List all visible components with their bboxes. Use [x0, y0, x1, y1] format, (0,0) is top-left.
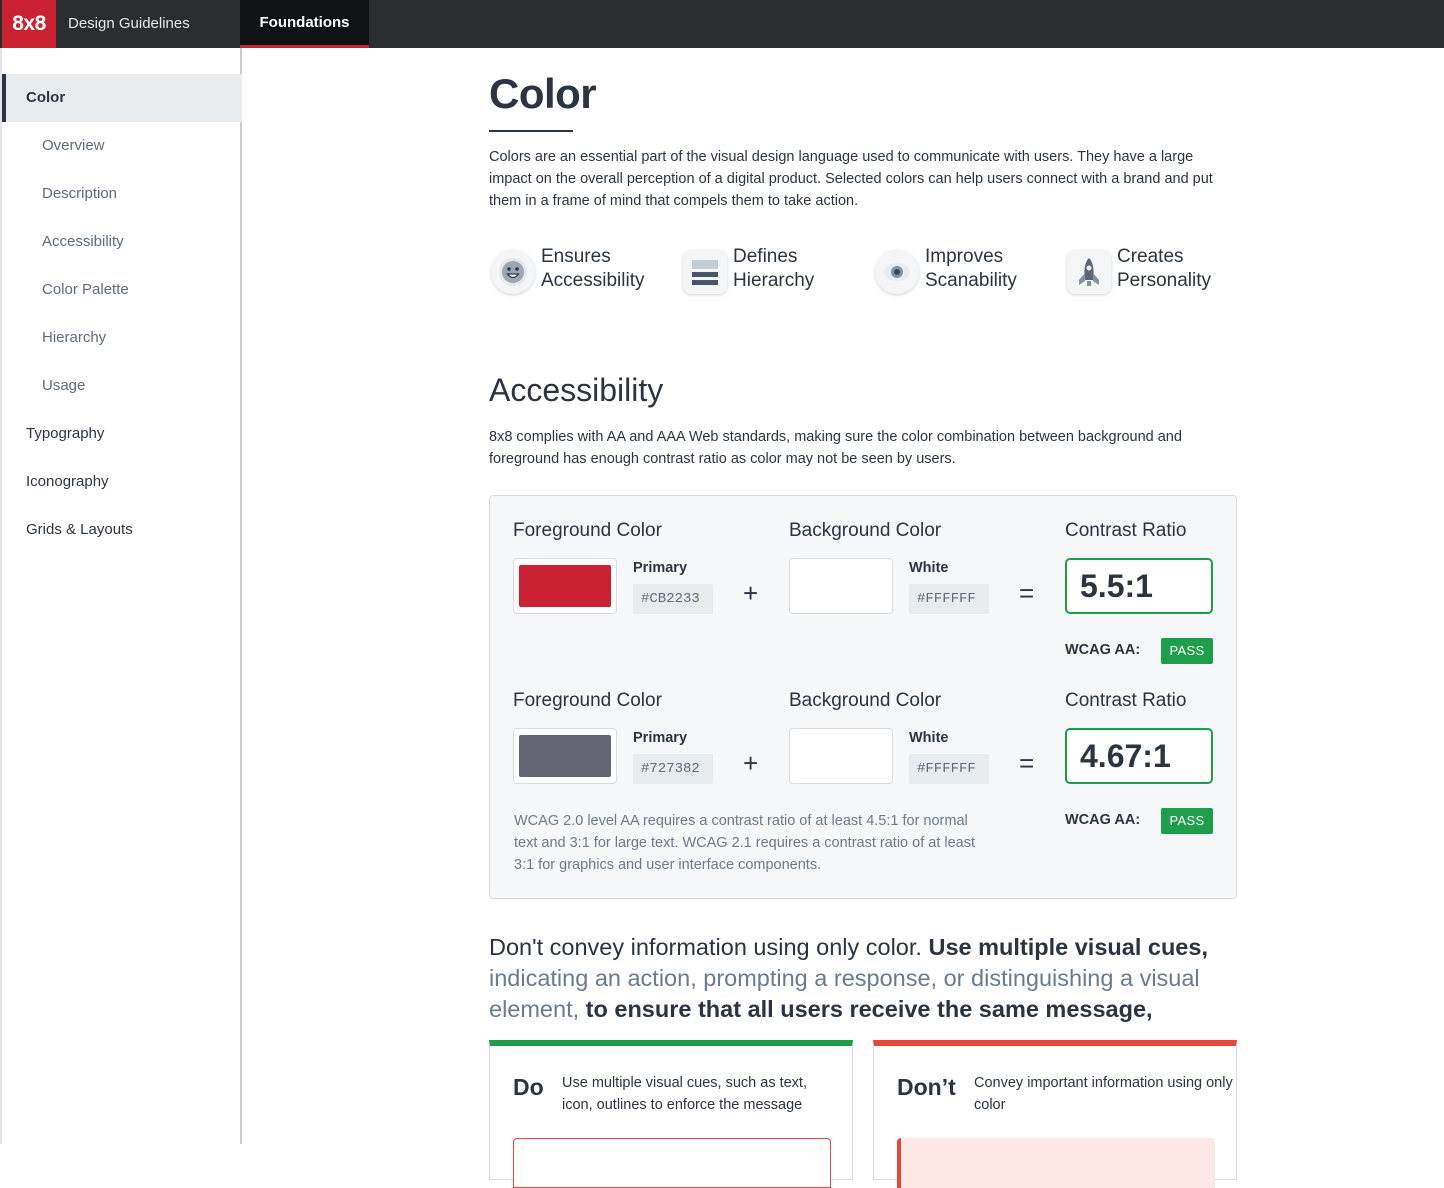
brand-logo[interactable]: 8x8 — [2, 0, 56, 48]
sidebar-item-description[interactable]: Description — [2, 170, 242, 218]
sidebar-nav: Color Overview Description Accessibility… — [0, 48, 242, 1144]
intro-paragraph: Colors are an essential part of the visu… — [489, 149, 1213, 209]
eye-icon — [875, 250, 919, 294]
pass-badge: PASS — [1161, 638, 1213, 664]
statement-emphasis: Use multiple visual cues, — [928, 934, 1208, 960]
plus-sign: + — [743, 578, 759, 608]
accessibility-heading: Accessibility — [489, 372, 664, 408]
background-hex: #FFFFFF — [909, 754, 989, 784]
swatch-fill — [795, 735, 887, 777]
sidebar-item-iconography[interactable]: Iconography — [2, 458, 242, 506]
wcag-label: WCAG AA: — [1065, 812, 1141, 828]
background-swatch — [789, 558, 893, 614]
foreground-swatch — [513, 558, 617, 614]
dont-text: Convey important information using only … — [974, 1075, 1233, 1113]
sidebar-item-overview[interactable]: Overview — [2, 122, 242, 170]
do-title: Do — [513, 1074, 544, 1100]
stacked-layers-icon — [683, 250, 727, 294]
foreground-name: Primary — [633, 560, 688, 576]
sidebar-item-accessibility[interactable]: Accessibility — [2, 218, 242, 266]
foreground-hex: #CB2233 — [633, 584, 713, 614]
sidebar-item-color[interactable]: Color — [2, 74, 242, 122]
foreground-label: Foreground Color — [513, 690, 662, 711]
swatch-fill — [519, 735, 611, 777]
foreground-hex: #727382 — [633, 754, 713, 784]
foreground-name: Primary — [633, 730, 688, 746]
statement-emphasis: to ensure that all users receive the sam… — [579, 996, 1153, 1022]
sidebar-item-color-palette[interactable]: Color Palette — [2, 266, 242, 314]
accessibility-description: 8x8 complies with AA and AAA Web standar… — [489, 429, 1182, 467]
contrast-ratio-value: 5.5:1 — [1065, 558, 1213, 614]
pass-badge: PASS — [1161, 808, 1213, 834]
ratio-label: Contrast Ratio — [1065, 690, 1187, 711]
wcag-label: WCAG AA: — [1065, 642, 1141, 658]
tab-foundations[interactable]: Foundations — [240, 0, 369, 48]
feature-list: Ensures Accessibility Defines Hierarchy — [489, 244, 1237, 300]
background-name: White — [909, 560, 949, 576]
do-text: Use multiple visual cues, such as text, … — [562, 1075, 807, 1113]
feature-label: Creates Personality — [1117, 246, 1211, 291]
sidebar-item-typography[interactable]: Typography — [2, 410, 242, 458]
foreground-swatch — [513, 728, 617, 784]
background-label: Background Color — [789, 690, 942, 711]
sidebar-item-usage[interactable]: Usage — [2, 362, 242, 410]
background-name: White — [909, 730, 949, 746]
foreground-label: Foreground Color — [513, 520, 662, 541]
contrast-ratio-value: 4.67:1 — [1065, 728, 1213, 784]
guideline-statement: Don't convey information using only colo… — [489, 932, 1237, 1025]
dont-card: Don’t Convey important information using… — [873, 1040, 1237, 1188]
sidebar-item-grids-layouts[interactable]: Grids & Layouts — [2, 506, 242, 554]
background-hex: #FFFFFF — [909, 584, 989, 614]
background-label: Background Color — [789, 520, 942, 541]
swatch-fill — [795, 565, 887, 607]
swatch-fill — [519, 565, 611, 607]
dont-example — [897, 1138, 1215, 1188]
ratio-label: Contrast Ratio — [1065, 520, 1187, 541]
contrast-panel: Foreground Color Background Color Contra… — [489, 495, 1237, 899]
statement-part: Don't convey information using only colo… — [489, 934, 929, 960]
app-title[interactable]: Design Guidelines — [68, 0, 190, 48]
do-example — [513, 1138, 831, 1188]
page-title: Color — [489, 70, 597, 117]
equals-sign: = — [1019, 748, 1035, 778]
contrast-row: Foreground Color Background Color Contra… — [490, 520, 1238, 680]
rocket-icon — [1067, 250, 1111, 294]
do-card: Do Use multiple visual cues, such as tex… — [489, 1040, 853, 1188]
plus-sign: + — [743, 748, 759, 778]
title-underline — [489, 130, 573, 132]
feature-label: Improves Scanability — [925, 246, 1017, 291]
equals-sign: = — [1019, 578, 1035, 608]
smiley-face-icon — [491, 250, 535, 294]
top-bar: 8x8 Design Guidelines Foundations — [0, 0, 1444, 48]
wcag-note: WCAG 2.0 level AA requires a contrast ra… — [514, 813, 975, 873]
background-swatch — [789, 728, 893, 784]
sidebar-item-hierarchy[interactable]: Hierarchy — [2, 314, 242, 362]
dont-title: Don’t — [897, 1074, 956, 1100]
feature-label: Ensures Accessibility — [541, 246, 645, 291]
feature-label: Defines Hierarchy — [733, 246, 815, 291]
